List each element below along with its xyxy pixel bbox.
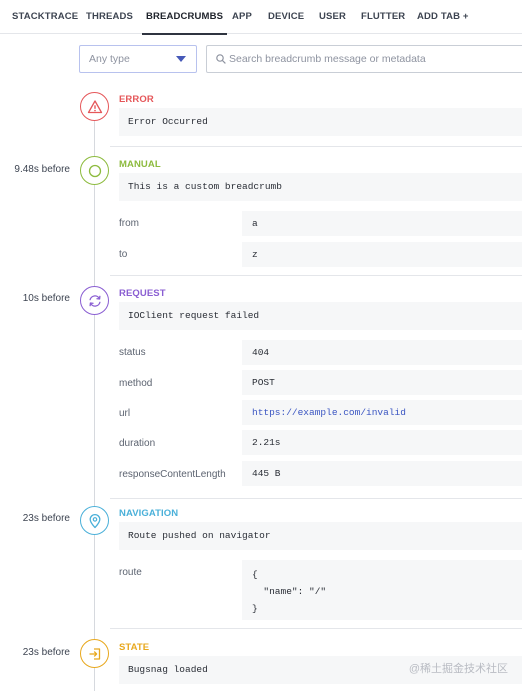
timeline-line: [94, 110, 95, 691]
breadcrumb-time: 23s before: [22, 513, 70, 524]
breadcrumb-message: Error Occurred: [119, 108, 522, 136]
tab-bar: STACKTRACE THREADS BREADCRUMBS APP DEVIC…: [0, 0, 522, 35]
metadata-key: route: [119, 567, 142, 578]
breadcrumb-message: This is a custom breadcrumb: [119, 173, 522, 201]
breadcrumb-time: 9.48s before: [14, 164, 70, 175]
tab-threads[interactable]: THREADS: [86, 0, 133, 34]
breadcrumb-type: REQUEST: [119, 288, 166, 299]
metadata-key: url: [119, 408, 131, 419]
breadcrumb-message: Route pushed on navigator: [119, 522, 522, 550]
tab-breadcrumbs[interactable]: BREADCRUMBS: [141, 0, 228, 35]
metadata-value: z: [242, 242, 522, 267]
metadata-url-link[interactable]: https://example.com/invalid: [242, 400, 522, 425]
tab-device[interactable]: DEVICE: [268, 0, 304, 34]
breadcrumb-message: IOClient request failed: [119, 302, 522, 330]
breadcrumb-request-marker: [80, 286, 109, 315]
refresh-icon: [89, 295, 101, 307]
breadcrumb-divider: [110, 275, 522, 276]
tab-flutter[interactable]: FLUTTER: [361, 0, 405, 34]
metadata-key: from: [119, 218, 139, 229]
breadcrumb-type: ERROR: [119, 94, 154, 105]
type-filter-select[interactable]: Any type: [79, 45, 197, 73]
breadcrumb-error-marker: [80, 92, 109, 121]
breadcrumb-type: MANUAL: [119, 159, 161, 170]
add-tab-button[interactable]: ADD TAB +: [417, 0, 469, 34]
metadata-key: status: [119, 347, 146, 358]
search-icon: [216, 54, 226, 64]
metadata-key: responseContentLength: [119, 469, 226, 480]
type-filter-value: Any type: [89, 53, 130, 65]
metadata-value: a: [242, 211, 522, 236]
breadcrumb-divider: [110, 498, 522, 499]
metadata-value: 445 B: [242, 461, 522, 486]
metadata-json-value: { "name": "/" }: [242, 560, 522, 620]
breadcrumb-type: NAVIGATION: [119, 508, 179, 519]
tab-stacktrace[interactable]: STACKTRACE: [12, 0, 78, 34]
breadcrumb-time: 23s before: [22, 647, 70, 658]
breadcrumb-divider: [110, 146, 522, 147]
location-pin-icon: [89, 514, 101, 529]
caret-down-icon: [176, 56, 186, 62]
breadcrumb-manual-marker: [80, 156, 109, 185]
log-in-icon: [89, 648, 101, 660]
tab-user[interactable]: USER: [319, 0, 346, 34]
breadcrumb-time: 10s before: [22, 293, 70, 304]
tab-app[interactable]: APP: [232, 0, 252, 34]
warning-triangle-icon: [87, 100, 103, 114]
circle-icon: [88, 164, 102, 178]
breadcrumb-navigation-marker: [80, 506, 109, 535]
breadcrumb-divider: [110, 628, 522, 629]
breadcrumb-search-box: [206, 45, 522, 73]
breadcrumb-state-marker: [80, 639, 109, 668]
watermark: @稀土掘金技术社区: [408, 663, 508, 675]
metadata-value: 2.21s: [242, 430, 522, 455]
metadata-key: duration: [119, 438, 156, 449]
breadcrumb-type: STATE: [119, 642, 150, 653]
metadata-value: POST: [242, 370, 522, 395]
breadcrumb-search-input[interactable]: [229, 47, 519, 71]
metadata-key: to: [119, 249, 128, 260]
metadata-key: method: [119, 378, 153, 389]
metadata-value: 404: [242, 340, 522, 365]
